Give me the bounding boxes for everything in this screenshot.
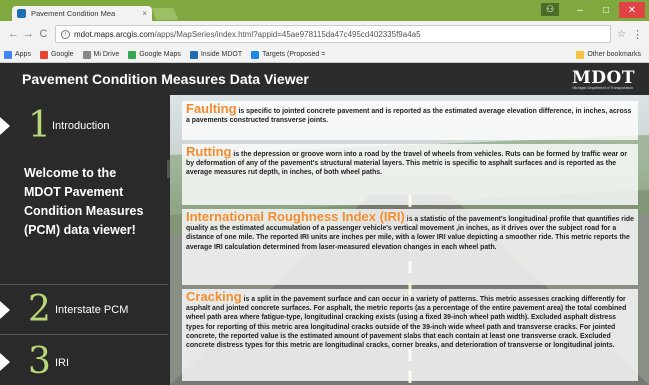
browser-titlebar: Pavement Condition Mea × ⚇ – □ ✕: [0, 0, 649, 21]
url-host: mdot.maps.arcgis.com: [74, 29, 155, 39]
faulting-text: is specific to jointed concrete pavement…: [186, 108, 632, 125]
tab-close-icon[interactable]: ×: [142, 9, 147, 18]
bookmarks-bar: Apps Google Mi Drive Google Maps Inside …: [0, 47, 649, 63]
cloud-icon: [251, 50, 260, 59]
section-number: 1: [28, 105, 51, 146]
folder-icon: [576, 50, 585, 59]
section-label: Interstate PCM: [55, 304, 129, 316]
tab-title: Pavement Condition Mea: [31, 9, 116, 18]
bookmark-inside-mdot[interactable]: Inside MDOT: [189, 50, 242, 59]
logo-text: MDOT: [571, 68, 635, 88]
section-label: IRI: [55, 357, 70, 369]
bookmark-google-maps[interactable]: Google Maps: [128, 50, 181, 59]
app-header: Pavement Condition Measures Data Viewer …: [0, 63, 649, 95]
rutting-text: is the depression or groove worn into a …: [186, 151, 628, 177]
rutting-term: Rutting: [186, 144, 232, 159]
bookmark-google[interactable]: Google: [39, 50, 74, 59]
google-icon: [39, 50, 48, 59]
address-bar-row: ← → C i mdot.maps.arcgis.com /apps/MapSe…: [0, 21, 649, 47]
reload-button[interactable]: C: [36, 28, 51, 40]
cracking-card: Cracking is a split in the pavement surf…: [182, 289, 638, 381]
section-number: 2: [28, 289, 51, 330]
sidebar-item-interstate-pcm[interactable]: 2 Interstate PCM: [0, 285, 168, 335]
tab-favicon-icon: [17, 9, 26, 18]
maximize-button[interactable]: □: [593, 2, 619, 18]
new-tab-button[interactable]: [151, 8, 179, 20]
browser-tab[interactable]: Pavement Condition Mea ×: [12, 6, 152, 21]
other-bookmarks[interactable]: Other bookmarks: [576, 50, 641, 59]
bookmark-mi-drive[interactable]: Mi Drive: [82, 50, 119, 59]
info-icon[interactable]: i: [61, 29, 70, 39]
sidebar-item-introduction[interactable]: 1 Introduction Welcome to the MDOT Pavem…: [0, 95, 168, 285]
url-input[interactable]: i mdot.maps.arcgis.com /apps/MapSeries/i…: [55, 25, 612, 43]
mdot-icon: [189, 50, 198, 59]
active-arrow-icon: [0, 117, 10, 135]
arrow-icon: [0, 353, 10, 371]
welcome-text: Welcome to the MDOT Pavement Condition M…: [24, 166, 144, 237]
forward-button[interactable]: →: [21, 28, 36, 40]
logo-subtitle: Michigan Department of Transportation: [572, 86, 633, 90]
rutting-card: Rutting is the depression or groove worn…: [182, 144, 638, 205]
browser-menu-icon[interactable]: ⋮: [632, 28, 643, 41]
page-icon: [82, 50, 91, 59]
section-label: Introduction: [52, 120, 110, 132]
faulting-term: Faulting: [186, 101, 237, 116]
iri-term: International Roughness Index (IRI): [186, 209, 405, 224]
user-profile-icon[interactable]: ⚇: [541, 3, 559, 16]
bookmark-targets[interactable]: Targets (Proposed =: [251, 50, 325, 59]
bookmark-star-icon[interactable]: ☆: [617, 29, 626, 40]
back-button[interactable]: ←: [6, 28, 21, 40]
faulting-card: Faulting is specific to jointed concrete…: [182, 101, 638, 140]
iri-card: International Roughness Index (IRI) is a…: [182, 209, 638, 285]
section-number: 3: [28, 341, 51, 382]
cracking-term: Cracking: [186, 289, 242, 304]
url-path: /apps/MapSeries/index.html?appid=45ae978…: [154, 29, 421, 39]
apps-grid-icon: [4, 50, 12, 59]
arrow-icon: [0, 301, 10, 319]
page-title: Pavement Condition Measures Data Viewer: [22, 71, 309, 87]
bookmark-apps[interactable]: Apps: [4, 50, 31, 59]
sidebar: 1 Introduction Welcome to the MDOT Pavem…: [0, 95, 171, 385]
cracking-text: is a split in the pavement surface and c…: [186, 296, 627, 350]
mdot-logo: MDOT Michigan Department of Transportati…: [545, 68, 635, 92]
minimize-button[interactable]: –: [567, 2, 593, 18]
close-window-button[interactable]: ✕: [619, 2, 645, 18]
sidebar-item-iri[interactable]: 3 IRI: [0, 335, 168, 385]
main-content: Faulting is specific to jointed concrete…: [170, 95, 649, 385]
maps-icon: [128, 50, 137, 59]
window-controls: ⚇ – □ ✕: [541, 2, 645, 18]
